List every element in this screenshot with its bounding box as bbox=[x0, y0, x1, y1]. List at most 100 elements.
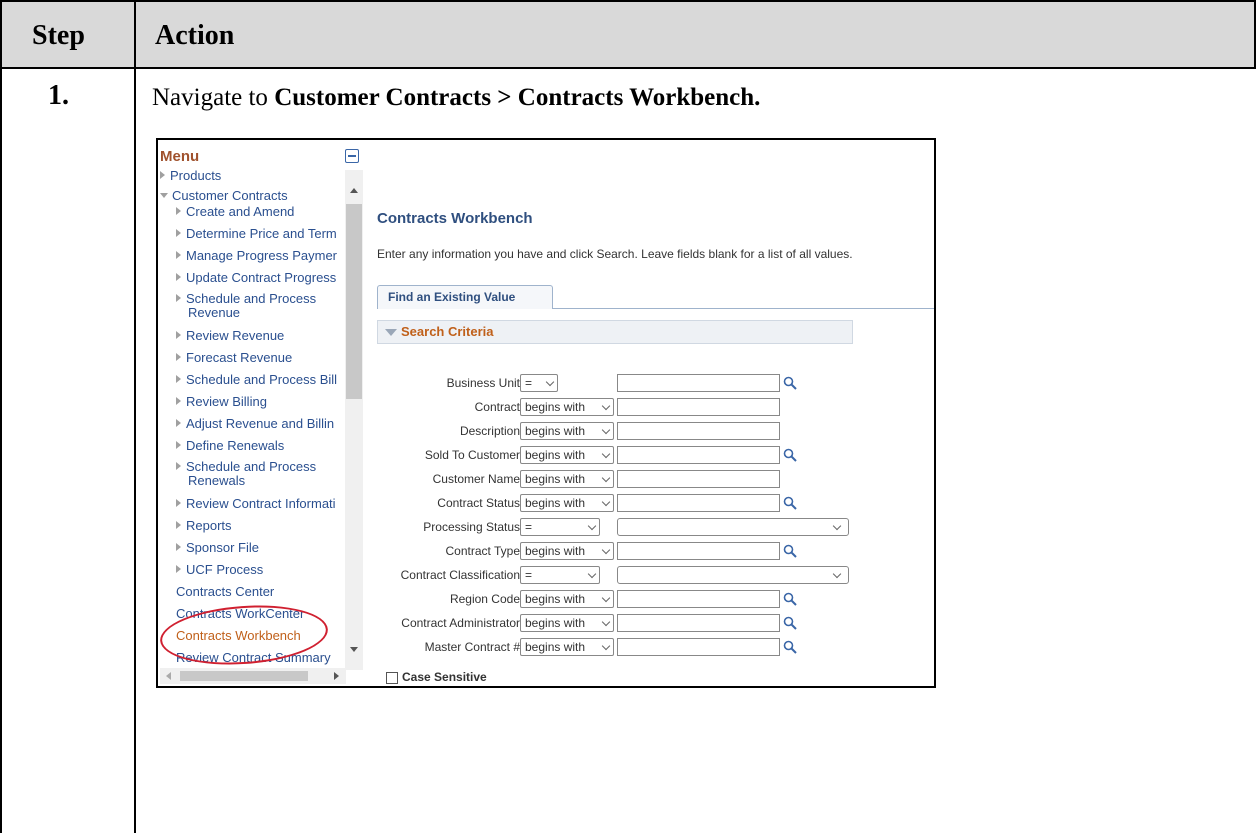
value-input[interactable] bbox=[617, 422, 780, 440]
menu-item-label: Schedule and Process Revenue bbox=[186, 292, 317, 320]
value-input[interactable] bbox=[617, 398, 780, 416]
collapse-icon[interactable] bbox=[345, 149, 359, 163]
value-input[interactable] bbox=[617, 470, 780, 488]
operator-select[interactable]: = bbox=[520, 518, 600, 536]
search-field-row: Business Unit = bbox=[158, 374, 934, 394]
field-label: Customer Name bbox=[432, 472, 520, 486]
value-input[interactable] bbox=[617, 374, 780, 392]
operator-select[interactable]: = bbox=[520, 374, 558, 392]
search-field-row: Contract Administrator begins with bbox=[158, 614, 934, 634]
field-label: Sold To Customer bbox=[424, 448, 520, 462]
table-border-left bbox=[0, 0, 2, 833]
lookup-magnifier-icon[interactable] bbox=[783, 448, 797, 462]
step-instruction: Navigate to Customer Contracts > Contrac… bbox=[152, 84, 760, 112]
search-field-row: Master Contract # begins with bbox=[158, 638, 934, 658]
value-input[interactable] bbox=[617, 542, 780, 560]
lookup-magnifier-icon[interactable] bbox=[783, 376, 797, 390]
value-input[interactable] bbox=[617, 590, 780, 608]
operator-select[interactable]: begins with bbox=[520, 398, 614, 416]
embedded-screenshot: Menu Products Customer Contracts Create an… bbox=[156, 138, 936, 688]
field-label: Contract Administrator bbox=[401, 616, 520, 630]
page-title: Contracts Workbench bbox=[377, 210, 533, 227]
search-field-row: Customer Name begins with bbox=[158, 470, 934, 490]
menu-item-label: Products bbox=[170, 168, 222, 183]
field-label: Region Code bbox=[449, 592, 520, 606]
collapse-triangle-icon[interactable] bbox=[385, 329, 397, 336]
step-table: Step Action 1. Navigate to Customer Cont… bbox=[0, 0, 1256, 833]
field-label: Contract Type bbox=[445, 544, 520, 558]
menu-item[interactable]: Manage Progress Paymer bbox=[176, 248, 344, 263]
tab-find-existing-value[interactable]: Find an Existing Value bbox=[377, 285, 553, 309]
instruction-path: Customer Contracts > Contracts Workbench… bbox=[274, 84, 761, 111]
menu-item-label: Review Revenue bbox=[186, 328, 285, 343]
menu-item-label: Update Contract Progress bbox=[186, 270, 337, 285]
field-label: Contract Status bbox=[437, 496, 520, 510]
menu-item[interactable]: Create and Amend bbox=[176, 204, 344, 219]
tab-underline bbox=[552, 308, 934, 309]
scroll-right-icon[interactable] bbox=[334, 672, 339, 680]
expand-triangle-icon bbox=[176, 229, 181, 237]
menu-item-label: Manage Progress Paymer bbox=[186, 248, 338, 263]
field-label: Contract bbox=[474, 400, 520, 414]
field-label: Processing Status bbox=[423, 520, 520, 534]
operator-select[interactable]: = bbox=[520, 566, 600, 584]
value-select[interactable] bbox=[617, 518, 849, 536]
menu-item-label: Determine Price and Term bbox=[186, 226, 337, 241]
menu-scroll-thumb[interactable] bbox=[346, 204, 362, 399]
expanded-triangle-icon bbox=[160, 193, 168, 198]
header-step: Step bbox=[32, 20, 85, 51]
header-action: Action bbox=[155, 20, 235, 51]
expand-triangle-icon bbox=[176, 207, 181, 215]
menu-item[interactable]: Review Revenue bbox=[176, 328, 344, 343]
lookup-magnifier-icon[interactable] bbox=[783, 640, 797, 654]
lookup-magnifier-icon[interactable] bbox=[783, 616, 797, 630]
search-field-row: Sold To Customer begins with bbox=[158, 446, 934, 466]
menu-item[interactable]: Customer Contracts bbox=[160, 188, 344, 203]
value-input[interactable] bbox=[617, 446, 780, 464]
field-label: Description bbox=[459, 424, 520, 438]
menu-hscroll-thumb[interactable] bbox=[180, 671, 308, 681]
expand-triangle-icon bbox=[176, 353, 181, 361]
search-field-row: Region Code begins with bbox=[158, 590, 934, 610]
scroll-left-icon[interactable] bbox=[166, 672, 171, 680]
value-input[interactable] bbox=[617, 494, 780, 512]
expand-triangle-icon bbox=[176, 273, 181, 281]
search-criteria-label: Search Criteria bbox=[401, 324, 494, 339]
page-instructions: Enter any information you have and click… bbox=[377, 247, 853, 261]
expand-triangle-icon bbox=[176, 331, 181, 339]
operator-select[interactable]: begins with bbox=[520, 422, 614, 440]
menu-item[interactable]: Update Contract Progress bbox=[176, 270, 344, 285]
lookup-magnifier-icon[interactable] bbox=[783, 544, 797, 558]
menu-title: Menu bbox=[160, 148, 200, 165]
operator-select[interactable]: begins with bbox=[520, 542, 614, 560]
step-number: 1. bbox=[48, 80, 69, 111]
value-select[interactable] bbox=[617, 566, 849, 584]
operator-select[interactable]: begins with bbox=[520, 494, 614, 512]
scroll-up-icon[interactable] bbox=[350, 188, 358, 193]
search-field-row: Processing Status = bbox=[158, 518, 934, 538]
field-label: Master Contract # bbox=[424, 640, 520, 654]
table-border-middle bbox=[134, 0, 136, 833]
search-field-row: Description begins with bbox=[158, 422, 934, 442]
value-input[interactable] bbox=[617, 614, 780, 632]
lookup-magnifier-icon[interactable] bbox=[783, 496, 797, 510]
operator-select[interactable]: begins with bbox=[520, 614, 614, 632]
lookup-magnifier-icon[interactable] bbox=[783, 592, 797, 606]
menu-item[interactable]: Products bbox=[160, 168, 344, 183]
expand-triangle-icon bbox=[160, 171, 165, 179]
menu-item[interactable]: Forecast Revenue bbox=[176, 350, 344, 365]
search-field-row: Contract Type begins with bbox=[158, 542, 934, 562]
case-sensitive-checkbox[interactable] bbox=[386, 672, 398, 684]
operator-select[interactable]: begins with bbox=[520, 446, 614, 464]
operator-select[interactable]: begins with bbox=[520, 470, 614, 488]
operator-select[interactable]: begins with bbox=[520, 638, 614, 656]
search-field-row: Contract begins with bbox=[158, 398, 934, 418]
menu-item-label: Create and Amend bbox=[186, 204, 295, 219]
value-input[interactable] bbox=[617, 638, 780, 656]
menu-item[interactable]: Schedule and Process Revenue bbox=[176, 292, 356, 320]
menu-item[interactable]: Determine Price and Term bbox=[176, 226, 344, 241]
operator-select[interactable]: begins with bbox=[520, 590, 614, 608]
field-label: Contract Classification bbox=[400, 568, 520, 582]
table-header: Step Action bbox=[0, 0, 1256, 69]
menu-item-label: Forecast Revenue bbox=[186, 350, 293, 365]
